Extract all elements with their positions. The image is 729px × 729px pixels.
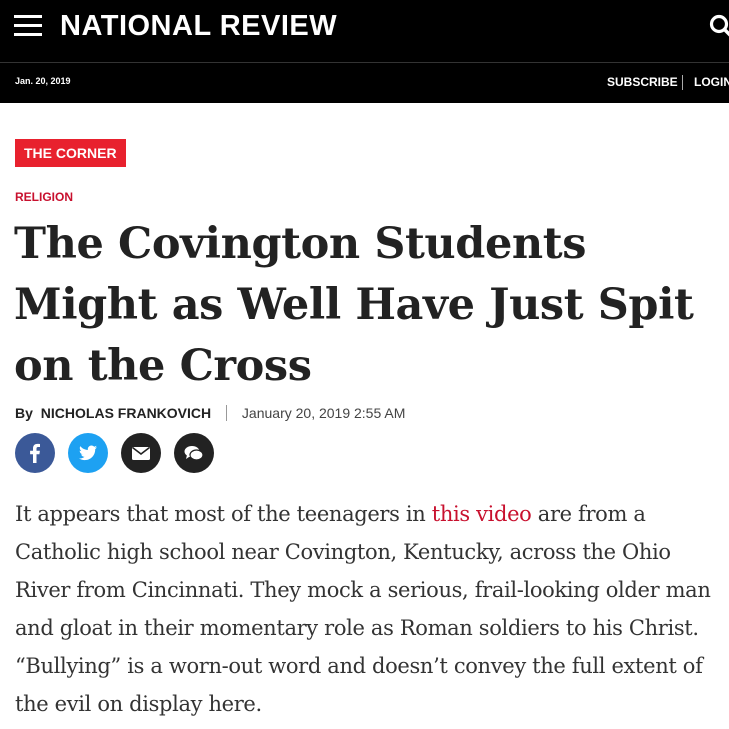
top-nav-bar: NATIONAL REVIEW: [0, 0, 729, 62]
byline-prefix: By: [15, 405, 33, 421]
facebook-icon: [30, 443, 40, 463]
byline: By NICHOLAS FRANKOVICH January 20, 2019 …: [15, 405, 405, 421]
body-text-after-link: are from a Catholic high school near Cov…: [15, 502, 711, 716]
twitter-icon: [79, 445, 97, 461]
login-link[interactable]: LOGIN: [694, 75, 729, 89]
nav-divider: [682, 75, 683, 90]
search-icon[interactable]: [708, 14, 729, 38]
header-date: Jan. 20, 2019: [15, 76, 71, 86]
category-link[interactable]: RELIGION: [15, 190, 73, 204]
comment-share-button[interactable]: [174, 433, 214, 473]
utility-bar: Jan. 20, 2019 SUBSCRIBE LOGIN: [0, 62, 729, 103]
facebook-share-button[interactable]: [15, 433, 55, 473]
site-logo[interactable]: NATIONAL REVIEW: [60, 7, 337, 45]
email-icon: [132, 446, 150, 460]
video-link[interactable]: this video: [432, 502, 532, 526]
article-headline: The Covington Students Might as Well Hav…: [14, 219, 694, 391]
subscribe-link[interactable]: SUBSCRIBE: [607, 75, 678, 89]
body-text-before-link: It appears that most of the teenagers in: [15, 502, 432, 526]
author-link[interactable]: NICHOLAS FRANKOVICH: [41, 405, 211, 421]
article-body-paragraph: It appears that most of the teenagers in…: [15, 495, 729, 723]
twitter-share-button[interactable]: [68, 433, 108, 473]
email-share-button[interactable]: [121, 433, 161, 473]
byline-divider: [226, 405, 228, 421]
publish-date: January 20, 2019 2:55 AM: [241, 405, 406, 421]
menu-icon[interactable]: [14, 15, 42, 37]
comment-icon: [184, 446, 204, 461]
section-badge-the-corner[interactable]: THE CORNER: [15, 139, 126, 167]
